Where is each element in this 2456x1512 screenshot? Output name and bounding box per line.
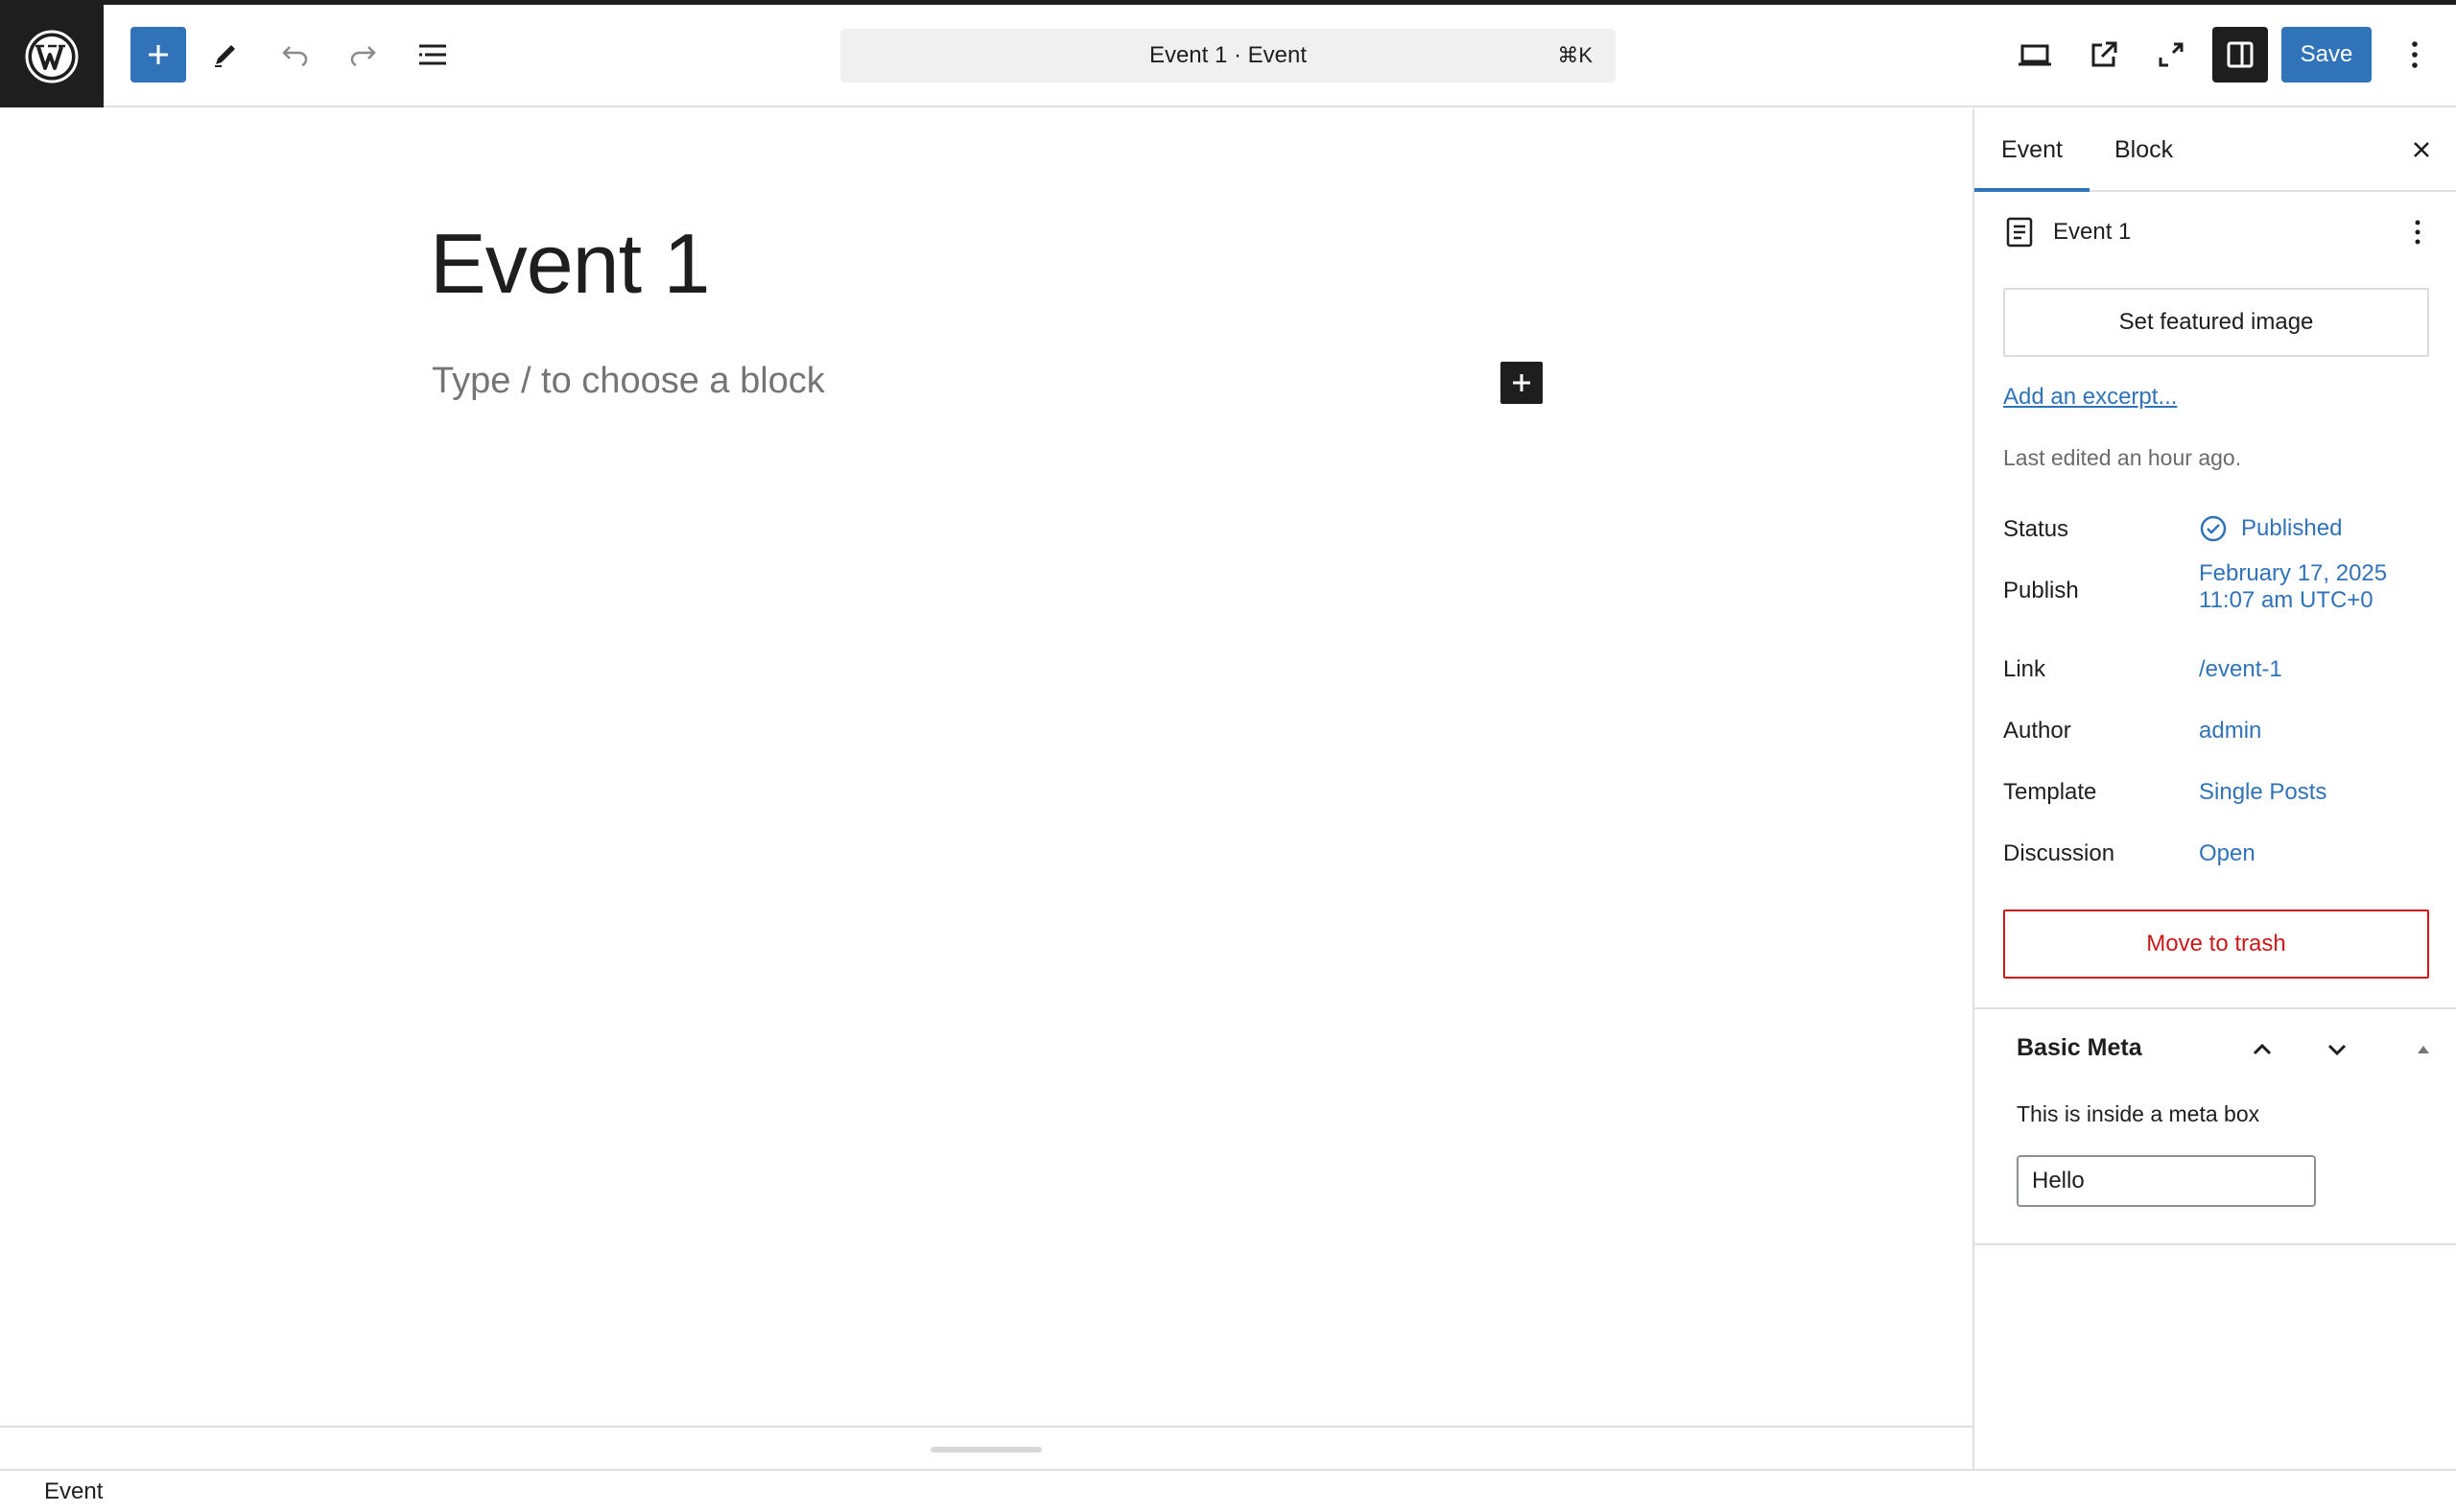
status-value: Published: [2241, 515, 2343, 541]
publish-label: Publish: [2003, 578, 2079, 603]
settings-sidebar: Event Block Event 1 Set featured image A…: [1972, 109, 2456, 1469]
tools-button[interactable]: [198, 27, 253, 83]
undo-icon: [282, 46, 308, 67]
block-inserter-button[interactable]: [130, 27, 186, 83]
plus-icon: [1513, 374, 1530, 391]
wordpress-logo-button[interactable]: [0, 5, 104, 107]
preview-button[interactable]: [2007, 27, 2063, 83]
external-link-icon: [2091, 41, 2117, 67]
editor-app: Event 1 · Event ⌘K Save Event 1 Type / t…: [0, 5, 2456, 1512]
status-label: Status: [2003, 516, 2069, 542]
document-overview-button[interactable]: [405, 27, 460, 83]
metabox-move-down-button[interactable]: [2320, 1032, 2354, 1067]
template-label: Template: [2003, 779, 2097, 805]
undo-button[interactable]: [267, 27, 322, 83]
more-vertical-icon: [2412, 41, 2418, 68]
inline-add-block-button[interactable]: [1500, 362, 1543, 404]
discussion-label: Discussion: [2003, 840, 2115, 866]
editor-footer: Event: [0, 1469, 2456, 1512]
publish-date-button[interactable]: February 17, 2025 11:07 am UTC+0: [2199, 560, 2387, 614]
fullscreen-button[interactable]: [2143, 27, 2199, 83]
close-icon: [2414, 142, 2429, 157]
permalink-button[interactable]: /event-1: [2199, 656, 2282, 683]
options-menu-button[interactable]: [2387, 27, 2443, 83]
metabox-description: This is inside a meta box: [2017, 1101, 2260, 1126]
editor-canvas[interactable]: Event 1 Type / to choose a block: [0, 109, 1972, 1470]
sidebar-tabs: Event Block: [1974, 109, 2456, 192]
post-card: Event 1: [2005, 213, 2131, 251]
redo-button[interactable]: [336, 27, 391, 83]
resize-handle[interactable]: [931, 1447, 1042, 1453]
post-title[interactable]: Event 1: [430, 215, 710, 313]
close-sidebar-button[interactable]: [2402, 130, 2441, 169]
template-button[interactable]: Single Posts: [2199, 779, 2326, 806]
save-button[interactable]: Save: [2281, 27, 2372, 83]
basic-meta-box: Basic Meta This is inside a meta box: [1974, 1007, 2456, 1245]
author-button[interactable]: admin: [2199, 718, 2261, 744]
metabox-resize-area: [0, 1426, 1972, 1470]
chevron-up-icon: [2253, 1043, 2272, 1055]
pencil-icon: [215, 45, 235, 67]
sidebar-icon: [2227, 41, 2254, 68]
published-check-icon: [2200, 515, 2227, 542]
publish-date: February 17, 2025: [2199, 560, 2388, 586]
metabox-title: Basic Meta: [2017, 1034, 2142, 1061]
post-card-title: Event 1: [2053, 219, 2132, 245]
editor-header: Event 1 · Event ⌘K Save: [0, 5, 2456, 107]
list-view-icon: [419, 44, 446, 65]
last-edited-text: Last edited an hour ago.: [2003, 445, 2242, 470]
command-palette-bar[interactable]: Event 1 · Event ⌘K: [840, 29, 1616, 83]
metabox-toggle-button[interactable]: [2406, 1032, 2441, 1067]
triangle-up-icon: [2418, 1046, 2429, 1053]
document-title: Event 1 · Event: [1148, 42, 1308, 68]
metabox-text-input[interactable]: [2017, 1155, 2316, 1207]
post-actions-button[interactable]: [2400, 215, 2435, 249]
set-featured-image-button[interactable]: Set featured image: [2003, 288, 2429, 357]
publish-time: 11:07 am UTC+0: [2199, 587, 2373, 613]
block-placeholder[interactable]: Type / to choose a block: [432, 361, 825, 402]
plus-icon: [149, 45, 168, 64]
page-icon: [2006, 217, 2033, 248]
chevron-down-icon: [2327, 1044, 2347, 1056]
more-vertical-icon: [2415, 220, 2421, 245]
add-excerpt-link[interactable]: Add an excerpt...: [2003, 384, 2177, 411]
tab-event[interactable]: Event: [1974, 109, 2090, 192]
author-label: Author: [2003, 718, 2071, 744]
command-shortcut: ⌘K: [1557, 43, 1593, 67]
wordpress-logo-icon: [25, 30, 79, 83]
fullscreen-icon: [2159, 42, 2184, 67]
status-value-button[interactable]: Published: [2199, 514, 2342, 543]
discussion-button[interactable]: Open: [2199, 840, 2255, 867]
view-post-button[interactable]: [2076, 27, 2132, 83]
move-to-trash-button[interactable]: Move to trash: [2003, 910, 2429, 979]
tab-block[interactable]: Block: [2088, 109, 2200, 192]
metabox-move-up-button[interactable]: [2245, 1032, 2279, 1067]
settings-sidebar-toggle[interactable]: [2212, 27, 2268, 83]
breadcrumb[interactable]: Event: [44, 1478, 103, 1505]
redo-icon: [350, 46, 376, 67]
desktop-icon: [2019, 44, 2051, 66]
link-label: Link: [2003, 656, 2046, 682]
